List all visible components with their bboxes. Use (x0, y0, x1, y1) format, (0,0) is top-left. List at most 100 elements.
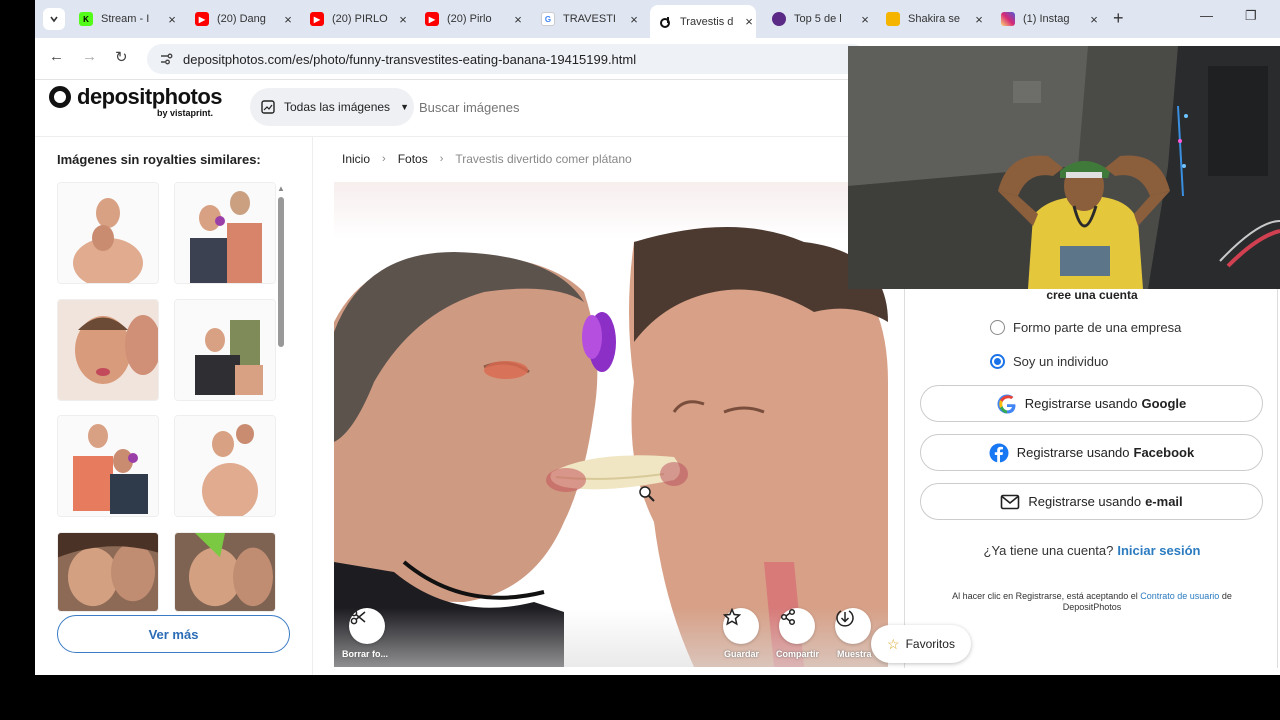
close-icon[interactable]: × (396, 12, 410, 27)
email-signup-button[interactable]: Registrarse usando e-mail (920, 483, 1263, 520)
forward-arrow-icon[interactable]: → (82, 48, 97, 65)
login-link[interactable]: Iniciar sesión (1117, 543, 1200, 558)
address-bar[interactable]: depositphotos.com/es/photo/funny-transve… (147, 44, 867, 74)
similar-thumbnail[interactable] (174, 532, 276, 612)
new-tab-button[interactable]: + (1113, 8, 1124, 29)
download-sample-button[interactable] (835, 608, 871, 644)
close-icon[interactable]: × (1087, 12, 1101, 27)
image-type-dropdown[interactable]: Todas las imágenes ▼ (250, 88, 414, 126)
tab-shakira[interactable]: Shakira se × (886, 5, 986, 33)
favorites-button[interactable]: ☆ Favoritos (871, 625, 971, 663)
youtube-icon: ▶ (195, 12, 209, 26)
tab-youtube-2[interactable]: ▶ (20) PIRLO × (310, 5, 410, 33)
google-icon: G (541, 12, 555, 26)
caret-down-icon: ▼ (400, 102, 409, 112)
breadcrumb: Inicio › Fotos › Travestis divertido com… (342, 152, 632, 166)
save-label: Guardar (724, 649, 760, 659)
download-icon (836, 610, 854, 627)
tab-youtube-1[interactable]: ▶ (20) Dang × (195, 5, 295, 33)
close-icon[interactable]: × (281, 12, 295, 27)
site-icon (772, 12, 786, 26)
depositphotos-icon (658, 14, 672, 29)
main-photo[interactable]: Borrar fo... Guardar Compartir Muestra (334, 182, 888, 667)
tab-search-button[interactable] (43, 8, 65, 30)
close-icon[interactable]: × (511, 12, 525, 27)
erase-background-label: Borrar fo... (342, 649, 389, 659)
signup-panel: cree una cuenta Formo parte de una empre… (904, 288, 1278, 668)
breadcrumb-photos[interactable]: Fotos (398, 152, 428, 166)
restore-icon[interactable]: ❐ (1245, 8, 1257, 24)
image-icon (261, 100, 275, 114)
legal-text: Al hacer clic en Registrarse, está acept… (952, 591, 1232, 612)
kick-icon: K (79, 12, 93, 26)
scroll-up-arrow-icon[interactable]: ▲ (277, 184, 285, 193)
star-outline-icon (723, 608, 741, 626)
similar-thumbnail[interactable] (57, 299, 159, 401)
user-agreement-link[interactable]: Contrato de usuario (1140, 591, 1219, 601)
close-icon[interactable]: × (742, 14, 756, 29)
share-button[interactable] (779, 608, 815, 644)
breadcrumb-current: Travestis divertido comer plátano (455, 152, 632, 166)
webcam-overlay (848, 46, 1280, 289)
sample-label: Muestra (837, 649, 872, 659)
youtube-icon: ▶ (425, 12, 439, 26)
instagram-icon (1001, 12, 1015, 26)
facebook-icon (989, 443, 1009, 463)
radio-button[interactable] (990, 320, 1005, 335)
close-icon[interactable]: × (972, 12, 986, 27)
save-button[interactable] (723, 608, 759, 644)
photo-preview (334, 182, 888, 667)
similar-thumbnail[interactable] (57, 415, 159, 517)
facebook-signup-button[interactable]: Registrarse usando Facebook (920, 434, 1263, 471)
tab-instagram[interactable]: (1) Instag × (1001, 5, 1101, 33)
star-icon: ☆ (887, 635, 900, 652)
chevron-right-icon: › (439, 153, 444, 165)
share-icon (780, 608, 796, 626)
scissors-icon (350, 609, 366, 625)
minimize-icon[interactable]: — (1200, 8, 1213, 23)
screen: K Stream - I × ▶ (20) Dang × ▶ (20) PIRL… (0, 0, 1280, 720)
have-account-text: ¿Ya tiene una cuenta? Iniciar sesión (983, 543, 1201, 558)
google-icon (997, 394, 1017, 414)
site-icon (886, 12, 900, 26)
chevron-right-icon: › (382, 153, 386, 165)
tab-google[interactable]: G TRAVESTI × (541, 5, 641, 33)
similar-images-panel: Imágenes sin royalties similares: ▲ Ver … (35, 137, 313, 675)
close-icon[interactable]: × (858, 12, 872, 27)
chevron-down-icon (50, 16, 58, 23)
radio-individual[interactable]: Soy un individuo (990, 354, 1108, 369)
similar-thumbnail[interactable] (174, 182, 276, 284)
back-arrow-icon[interactable]: ← (49, 48, 64, 65)
close-icon[interactable]: × (627, 12, 641, 27)
tab-stream[interactable]: K Stream - I × (79, 5, 179, 33)
radio-company[interactable]: Formo parte de una empresa (990, 320, 1181, 335)
similar-thumbnail[interactable] (174, 415, 276, 517)
radio-button-selected[interactable] (990, 354, 1005, 369)
envelope-icon (1000, 494, 1020, 510)
webcam-feed (848, 46, 1280, 289)
url-text: depositphotos.com/es/photo/funny-transve… (183, 51, 637, 67)
close-icon[interactable]: × (165, 12, 179, 27)
tab-strip: K Stream - I × ▶ (20) Dang × ▶ (20) PIRL… (35, 0, 1280, 38)
site-info-icon[interactable] (159, 52, 173, 66)
breadcrumb-home[interactable]: Inicio (342, 152, 370, 166)
tab-top5[interactable]: Top 5 de l × (772, 5, 872, 33)
similar-images-title: Imágenes sin royalties similares: (57, 152, 261, 167)
search-input[interactable] (419, 94, 839, 120)
reload-icon[interactable]: ↻ (115, 48, 128, 66)
tab-depositphotos-active[interactable]: Travestis d × (650, 5, 756, 38)
thumbnail-scrollbar[interactable] (278, 197, 284, 347)
similar-thumbnail[interactable] (174, 299, 276, 401)
erase-background-button[interactable] (349, 608, 385, 644)
similar-thumbnail[interactable] (57, 532, 159, 612)
logo-mark-icon (49, 86, 71, 108)
similar-thumbnail[interactable] (57, 182, 159, 284)
google-signup-button[interactable]: Registrarse usando Google (920, 385, 1263, 422)
signup-heading: cree una cuenta (1046, 288, 1138, 302)
image-action-bar: Borrar fo... Guardar Compartir Muestra (334, 608, 888, 667)
tab-youtube-3[interactable]: ▶ (20) Pirlo × (425, 5, 525, 33)
depositphotos-logo[interactable]: depositphotos by vistaprint. (49, 84, 223, 118)
share-label: Compartir (776, 649, 820, 659)
youtube-icon: ▶ (310, 12, 324, 26)
see-more-button[interactable]: Ver más (57, 615, 290, 653)
